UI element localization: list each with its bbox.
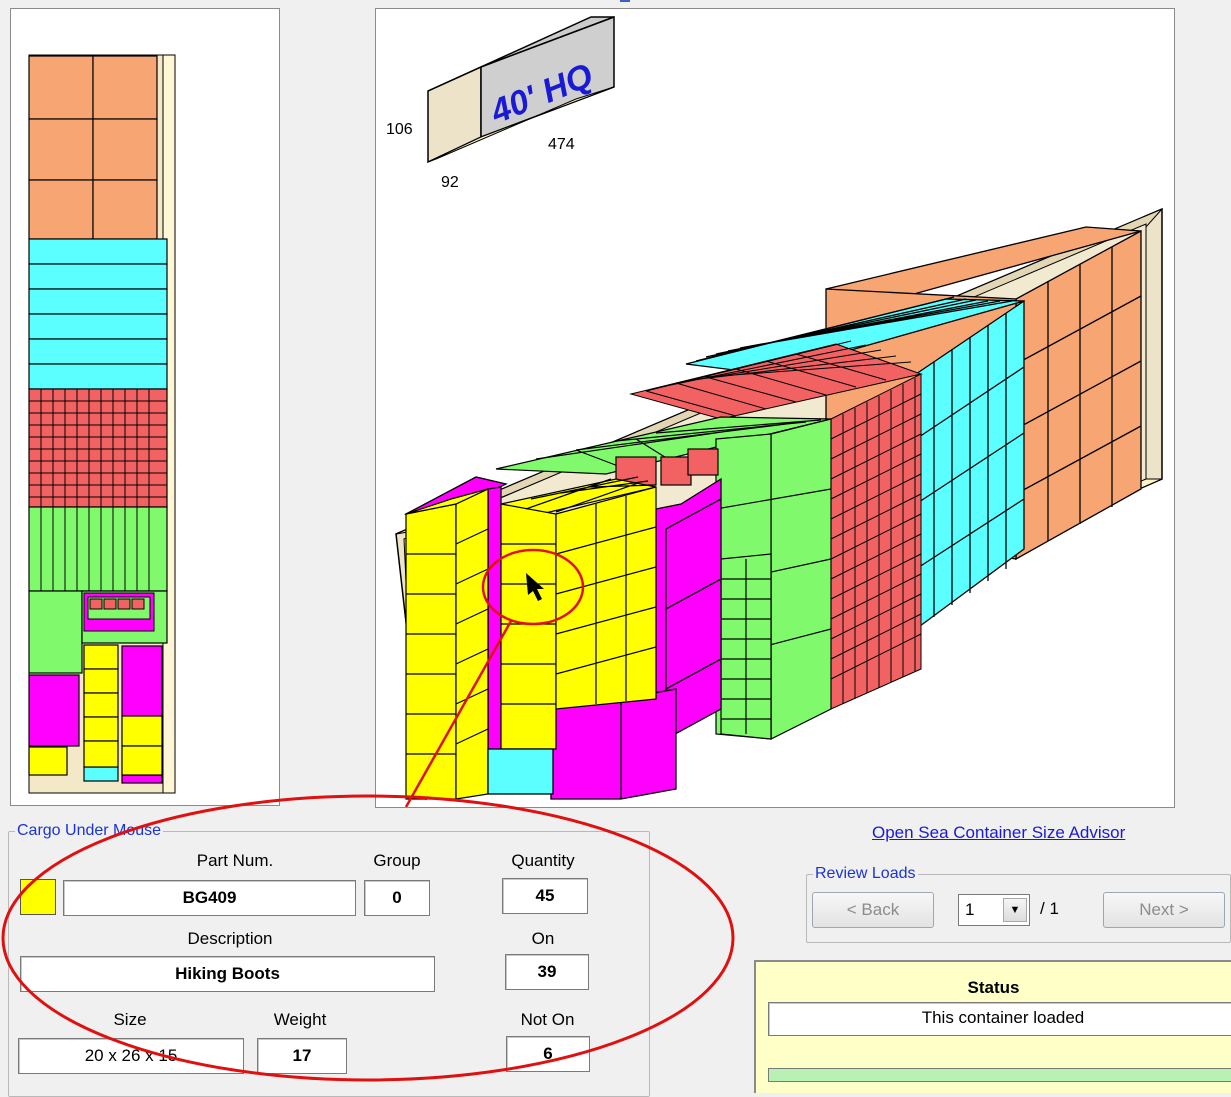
top-view-diagram <box>28 54 176 794</box>
container-3d-diagram: 40' HQ 106 92 474 <box>386 15 1163 808</box>
cargo-annotation-ellipse <box>1 794 735 1082</box>
load-select-value: 1 <box>965 900 975 919</box>
back-button[interactable]: < Back <box>812 892 934 928</box>
status-panel: Status This container loaded <box>754 960 1231 1093</box>
top-view-orange-cargo <box>28 55 158 240</box>
status-progress-bar <box>768 1068 1231 1082</box>
container-size-icon: 40' HQ 106 92 474 <box>386 15 615 191</box>
load-select[interactable]: 1 ▼ <box>958 894 1030 926</box>
container-length-label: 474 <box>548 136 575 153</box>
top-view-red-cargo <box>28 388 168 508</box>
container-width-label: 92 <box>441 174 459 191</box>
next-button[interactable]: Next > <box>1103 892 1225 928</box>
load-total-label: / 1 <box>1040 899 1059 918</box>
review-loads-legend: Review Loads <box>815 865 916 882</box>
top-view-cyan-cargo <box>28 238 168 390</box>
container-height-label: 106 <box>386 121 413 138</box>
container-size-advisor-link[interactable]: Open Sea Container Size Advisor <box>872 823 1125 843</box>
status-title: Status <box>967 978 1020 997</box>
top-view-panel <box>10 8 280 806</box>
status-message: This container loaded <box>768 1002 1231 1036</box>
container-3d-panel: 40' HQ 106 92 474 <box>375 8 1175 808</box>
chevron-down-icon[interactable]: ▼ <box>1003 898 1027 922</box>
